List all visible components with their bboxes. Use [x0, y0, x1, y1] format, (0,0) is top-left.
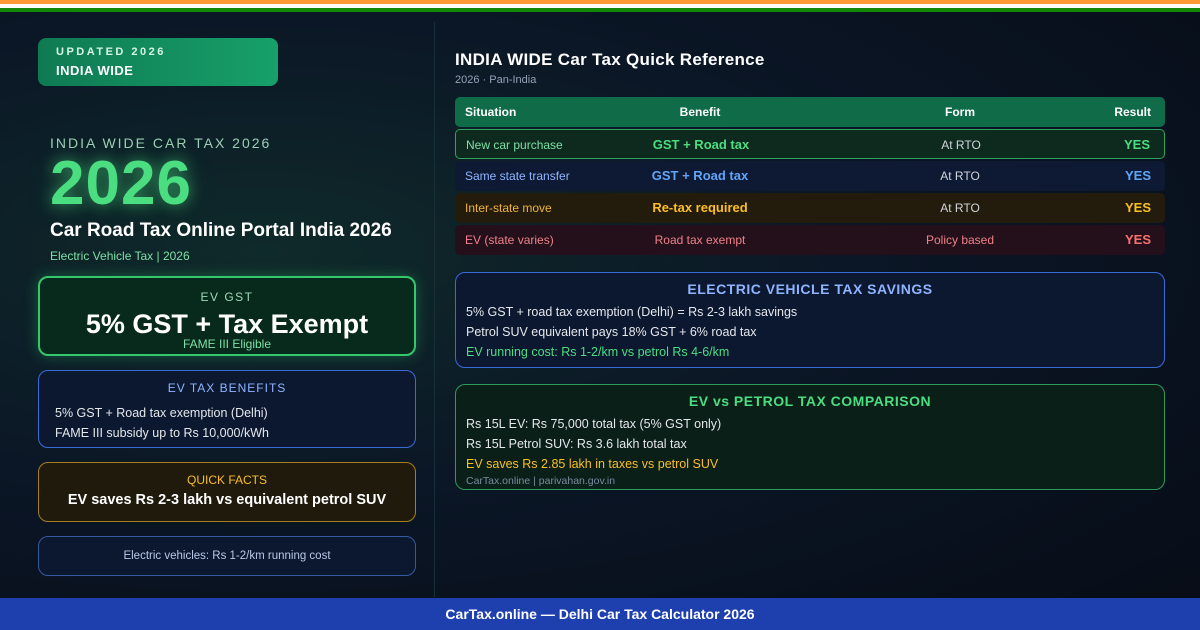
cell-benefit: Road tax exempt [654, 233, 746, 247]
table-row: Same state transfer GST + Road tax At RT… [455, 161, 1165, 191]
cell-benefit: GST + Road tax [652, 137, 750, 152]
flag-stripe-green [0, 8, 1200, 12]
ev-gst-label: EV GST [200, 290, 254, 304]
comparison-card: EV vs PETROL TAX COMPARISON Rs 15L EV: R… [455, 384, 1165, 490]
ev-gst-note: FAME III Eligible [182, 337, 272, 351]
cell-situation: Inter-state move [465, 201, 552, 215]
cell-result: YES [1123, 137, 1150, 152]
column-header-benefit: Benefit [679, 105, 721, 119]
quick-facts-card: QUICK FACTS EV saves Rs 2-3 lakh vs equi… [38, 462, 416, 522]
cell-situation: Same state transfer [465, 169, 570, 183]
reference-table: Situation Benefit Form Result New car pu… [455, 97, 1165, 257]
cell-result: YES [1124, 168, 1151, 183]
footer-banner: CarTax.online — Delhi Car Tax Calculator… [0, 598, 1200, 630]
cell-form: At RTO [940, 169, 980, 183]
comparison-line: Rs 15L EV: Rs 75,000 total tax (5% GST o… [466, 417, 722, 431]
list-item: 5% GST + Road tax exemption (Delhi) [55, 406, 268, 420]
updated-badge-region: INDIA WIDE [56, 63, 134, 78]
list-item: FAME III subsidy up to Rs 10,000/kWh [55, 426, 269, 440]
column-header-result: Result [1114, 105, 1151, 119]
cell-result: YES [1124, 232, 1151, 247]
ev-gst-value: 5% GST + Tax Exempt [85, 309, 369, 339]
cell-result: YES [1124, 200, 1151, 215]
hero-year: 2026 [50, 149, 192, 218]
cell-situation: EV (state varies) [465, 233, 554, 247]
table-row: New car purchase GST + Road tax At RTO Y… [455, 129, 1165, 159]
comparison-line: EV saves Rs 2.85 lakh in taxes vs petrol… [466, 457, 719, 471]
ev-benefits-label: EV TAX BENEFITS [167, 381, 287, 395]
page-title: Car Road Tax Online Portal India 2026 [50, 220, 392, 241]
comparison-heading: EV vs PETROL TAX COMPARISON [688, 393, 932, 409]
quick-facts-value: EV saves Rs 2-3 lakh vs equivalent petro… [67, 492, 387, 508]
cell-benefit: GST + Road tax [651, 168, 749, 183]
reference-subtitle: 2026 · Pan-India [455, 74, 537, 86]
ev-benefits-list: 5% GST + Road tax exemption (Delhi) FAME… [55, 403, 415, 443]
ev-savings-line: 5% GST + road tax exemption (Delhi) = Rs… [466, 305, 798, 319]
ev-benefits-card: EV TAX BENEFITS 5% GST + Road tax exempt… [38, 370, 416, 448]
table-row: EV (state varies) Road tax exempt Policy… [455, 225, 1165, 255]
cell-form: At RTO [940, 201, 980, 215]
page-subtitle: Electric Vehicle Tax | 2026 [50, 249, 190, 263]
column-header-form: Form [945, 105, 975, 119]
ev-savings-heading: ELECTRIC VEHICLE TAX SAVINGS [687, 281, 933, 297]
ev-savings-line: EV running cost: Rs 1-2/km vs petrol Rs … [466, 345, 730, 359]
ev-savings-line: Petrol SUV equivalent pays 18% GST + 6% … [466, 325, 757, 339]
running-cost-card: Electric vehicles: Rs 1-2/km running cos… [38, 536, 416, 576]
table-header: Situation Benefit Form Result [455, 97, 1165, 127]
cell-form: Policy based [925, 233, 995, 247]
cell-benefit: Re-tax required [652, 200, 748, 215]
ev-gst-card: EV GST 5% GST + Tax Exempt FAME III Elig… [38, 276, 416, 356]
quick-facts-label: QUICK FACTS [186, 473, 267, 487]
reference-title: INDIA WIDE Car Tax Quick Reference [455, 50, 765, 69]
cell-situation: New car purchase [466, 138, 563, 152]
ev-savings-card: ELECTRIC VEHICLE TAX SAVINGS 5% GST + ro… [455, 272, 1165, 368]
updated-badge-label: UPDATED 2026 [56, 46, 166, 58]
panel-divider [434, 22, 435, 597]
cell-form: At RTO [941, 138, 981, 152]
table-row: Inter-state move Re-tax required At RTO … [455, 193, 1165, 223]
column-header-situation: Situation [465, 105, 517, 119]
comparison-source: CarTax.online | parivahan.gov.in [466, 475, 616, 487]
comparison-line: Rs 15L Petrol SUV: Rs 3.6 lakh total tax [466, 437, 687, 451]
updated-badge: UPDATED 2026 INDIA WIDE [38, 38, 278, 86]
